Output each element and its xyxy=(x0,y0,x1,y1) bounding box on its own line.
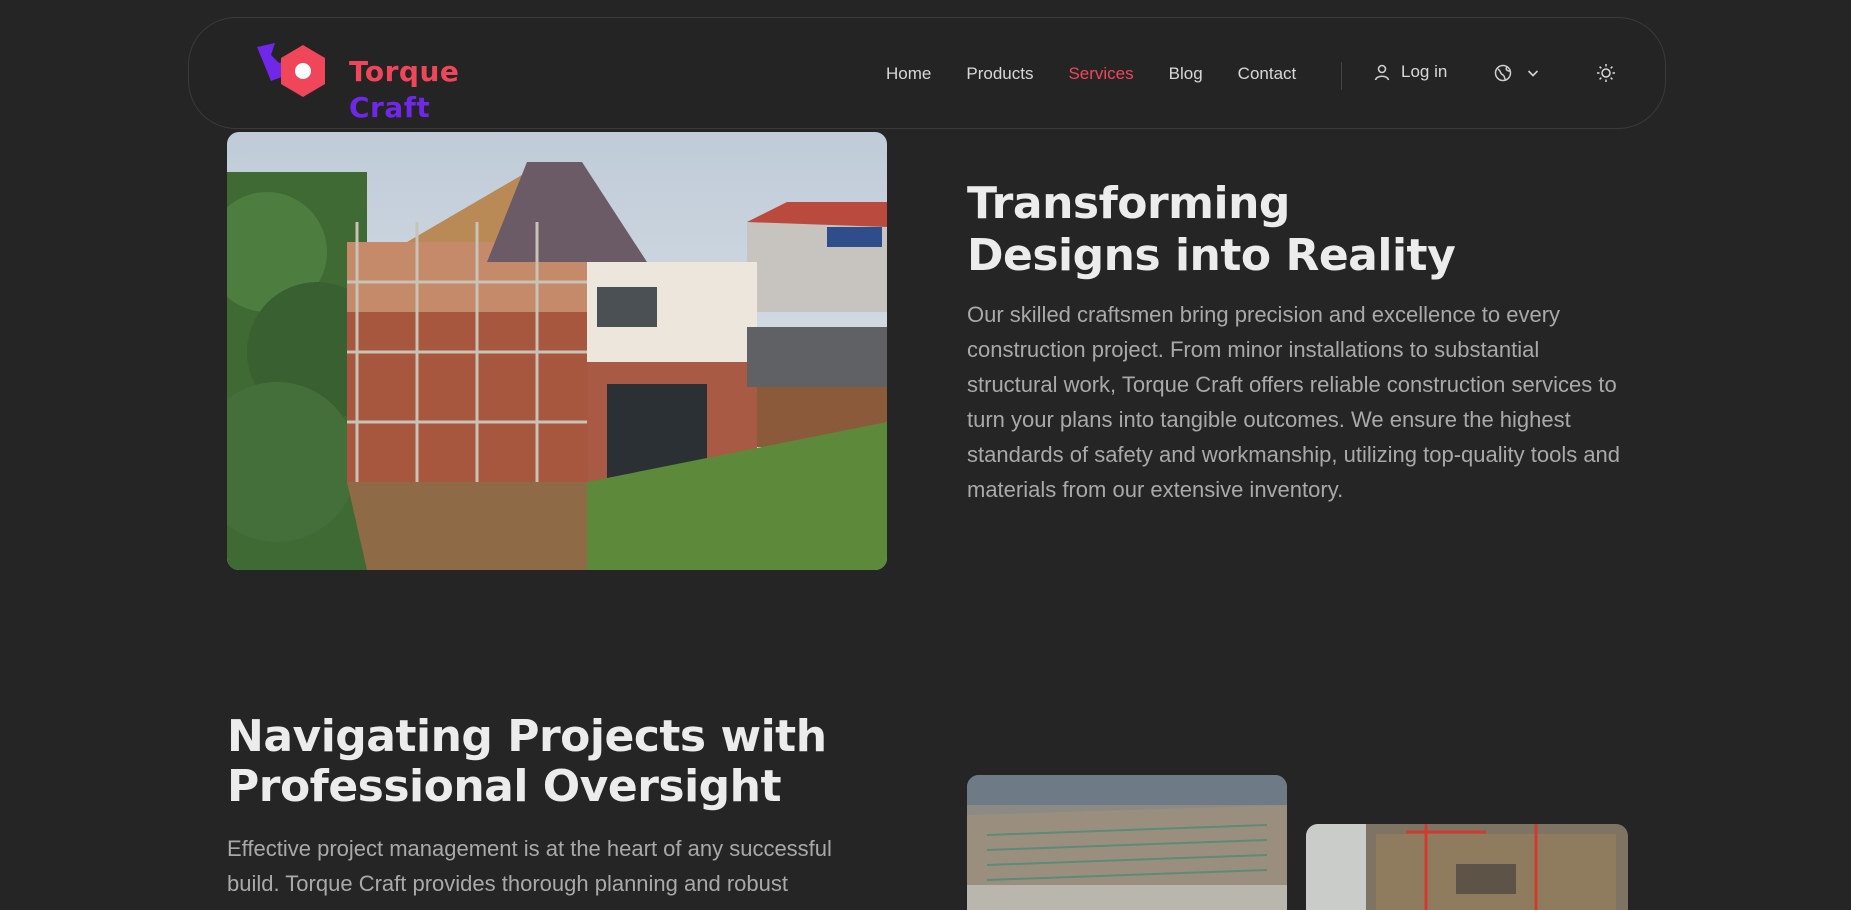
chevron-down-icon xyxy=(1527,70,1539,77)
sun-icon xyxy=(1597,64,1615,82)
brand-logo[interactable]: Torque Craft xyxy=(245,36,485,124)
section1-description: Our skilled craftsmen bring precision an… xyxy=(967,302,1621,502)
section1-title-line1: Transforming xyxy=(967,178,1290,229)
nav-home[interactable]: Home xyxy=(886,64,931,84)
section1-title-line2: Designs into Reality xyxy=(967,230,1456,281)
globe-icon xyxy=(1494,64,1512,82)
nav-services[interactable]: Services xyxy=(1068,64,1133,84)
theme-toggle[interactable] xyxy=(1595,62,1617,88)
nav-blog[interactable]: Blog xyxy=(1169,64,1203,84)
language-selector[interactable] xyxy=(1494,64,1540,82)
nav-divider xyxy=(1341,62,1342,90)
section-title-navigating: Navigating Projects with Professional Ov… xyxy=(227,712,847,812)
section2-title-line1: Navigating Projects with xyxy=(227,711,827,762)
user-icon xyxy=(1374,64,1390,81)
login-label: Log in xyxy=(1401,62,1448,81)
nav-contact[interactable]: Contact xyxy=(1238,64,1297,84)
construction-cranes-image xyxy=(1306,824,1628,910)
login-button[interactable]: Log in xyxy=(1373,62,1447,82)
site-header: Torque Craft Home Products Services Blog… xyxy=(188,17,1666,129)
main-menu: Home Products Services Blog Contact xyxy=(886,64,1331,84)
nav-products[interactable]: Products xyxy=(966,64,1033,84)
construction-site-aerial-image xyxy=(967,775,1287,910)
section2-description: Effective project management is at the h… xyxy=(227,836,832,896)
section2-title-line2: Professional Oversight xyxy=(227,761,782,812)
brand-name-line1: Torque xyxy=(349,55,460,88)
brand-name: Torque Craft xyxy=(349,54,459,126)
wrench-nut-logo-icon xyxy=(257,43,325,97)
section-title-transforming: Transforming Designs into Reality xyxy=(967,178,1527,282)
brand-name-line2: Craft xyxy=(349,91,431,124)
house-construction-image xyxy=(227,132,887,570)
